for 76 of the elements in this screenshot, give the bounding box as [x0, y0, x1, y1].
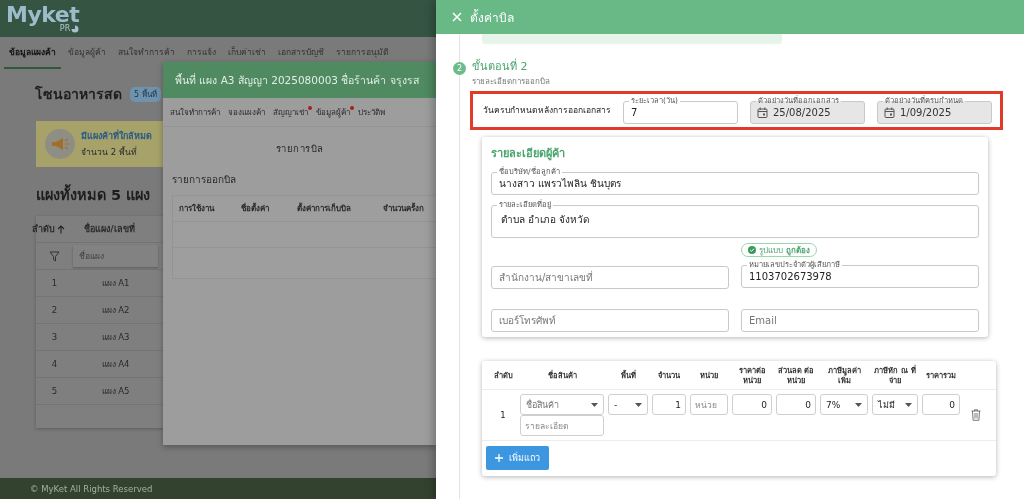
close-icon[interactable] — [452, 12, 462, 22]
filter-field[interactable]: ชื่อแผง — [73, 245, 158, 267]
table-cell-text: 1 — [50, 278, 59, 288]
discount-field[interactable]: 0 — [776, 394, 816, 415]
table-cell-text: แผง A1 — [100, 277, 131, 290]
table-cell-text: แผง A4 — [100, 358, 131, 371]
filter-icon[interactable] — [49, 250, 60, 262]
input-field[interactable]: Email — [741, 309, 979, 332]
detail-field[interactable]: รายละเอียด — [520, 415, 604, 436]
nav-tab[interactable]: สนใจทำการค้า — [113, 37, 180, 69]
add-row-button[interactable]: เพิ่มแถว — [486, 446, 549, 470]
table-cell-text: 5 — [50, 386, 59, 396]
badge-text: รูปแบบ ถูกต้อง — [759, 244, 810, 257]
section-title: รายการบิล — [275, 142, 324, 156]
zone-title: โซนอาหารสด — [35, 84, 122, 104]
table-cell-text: 3 — [50, 332, 59, 342]
quantity-field[interactable]: 1 — [652, 394, 686, 415]
calendar-icon — [884, 107, 895, 118]
total-field[interactable]: 0 — [922, 394, 960, 415]
table-cell-text: แผง A5 — [100, 385, 131, 398]
nav-tab[interactable]: ข้อมูลผู้ค้า — [63, 37, 111, 69]
caret-icon — [635, 402, 642, 407]
vat-select[interactable]: 7% — [820, 394, 868, 415]
alert-detail: จำนวน 2 พื้นที่ — [81, 145, 138, 159]
dialog-tab[interactable]: ประวัติพ — [358, 105, 385, 119]
list-title: รายการออกบิล — [172, 173, 236, 187]
nav-tab[interactable]: เอกสารบัญชี — [273, 37, 329, 69]
step-number: 2 — [453, 62, 466, 75]
column-header: จำนวนครั้งก — [382, 202, 425, 215]
calendar-icon — [757, 107, 768, 118]
drawer-title: ตั้งค่าบิล — [470, 8, 514, 27]
caret-icon — [591, 402, 598, 407]
dialog-tab[interactable]: จองแผงค้า — [228, 105, 265, 119]
column-header: ตั้งค่าการเก็บบิล — [296, 202, 352, 215]
input-field[interactable]: สำนักงาน/สาขาเลขที่ — [491, 266, 729, 289]
area-select[interactable]: - — [608, 394, 648, 415]
table-cell-text: แผง A3 — [100, 331, 131, 344]
dialog-title: พื้นที่ แผง A3 สัญญา 2025080003 ชื่อร้านค้า จรุงรส — [175, 72, 419, 89]
nav-tab[interactable]: รายการอนุมัติ — [331, 37, 394, 69]
dialog-tab[interactable]: สัญญาเช่า — [273, 105, 308, 119]
alert-title: มีแผงค้าที่ใกล้หมด — [81, 129, 152, 143]
plus-icon — [495, 454, 503, 462]
check-circle-icon — [748, 246, 756, 254]
column-header[interactable]: ชื่อแผง/เลขที่ — [67, 222, 152, 236]
field-label: วันครบกำหนดหลังการออกเอกสาร — [483, 104, 611, 117]
column-header[interactable]: ลำดับ — [32, 222, 55, 236]
logo-tag: PR — [59, 25, 71, 33]
nav-tab[interactable]: ข้อมูลแผงค้า — [4, 37, 61, 69]
table-cell-text: 2 — [50, 305, 59, 315]
dialog-tab[interactable]: สนใจทำการค้า — [170, 105, 220, 119]
column-header: ชื่อตั้งค่า — [240, 202, 270, 215]
section-heading: แผงทั้งหมด 5 แผง — [36, 183, 151, 206]
copyright-text: © MyKet All Rights Reserved — [30, 483, 153, 494]
table-cell-text: 4 — [50, 359, 59, 369]
pie-icon — [71, 25, 80, 33]
dialog-tab[interactable]: ข้อมูลผู้ค้า — [316, 105, 350, 119]
megaphone-icon — [45, 129, 75, 159]
unit-field[interactable]: หน่วย — [690, 394, 728, 415]
product-select[interactable]: ชื่อสินค้า — [520, 394, 604, 415]
table-cell-text: 1 — [499, 409, 507, 420]
count-badge: 5 พื้นที่ — [130, 86, 161, 102]
input-field[interactable]: เบอร์โทรศัพท์ — [491, 309, 729, 332]
table-cell-text: แผง A2 — [100, 304, 131, 317]
caret-icon — [905, 402, 912, 407]
price-field[interactable]: 0 — [732, 394, 772, 415]
card-title: รายละเอียดผู้ค้า — [491, 146, 565, 162]
step-subtitle: รายละเอียดการออกบิล — [472, 76, 550, 88]
withholding-select[interactable]: ไม่มี — [872, 394, 918, 415]
sort-up-icon[interactable] — [57, 224, 65, 234]
caret-icon — [855, 402, 862, 407]
nav-tab[interactable]: เก็บค่าเช่า — [223, 37, 271, 69]
trash-icon[interactable] — [971, 409, 981, 421]
column-header: การใช้งาน — [178, 203, 216, 215]
step-title: ขั้นตอนที่ 2 — [472, 57, 528, 75]
nav-tab[interactable]: การแจ้ง — [182, 37, 221, 69]
logo-text: Myket — [6, 4, 80, 26]
